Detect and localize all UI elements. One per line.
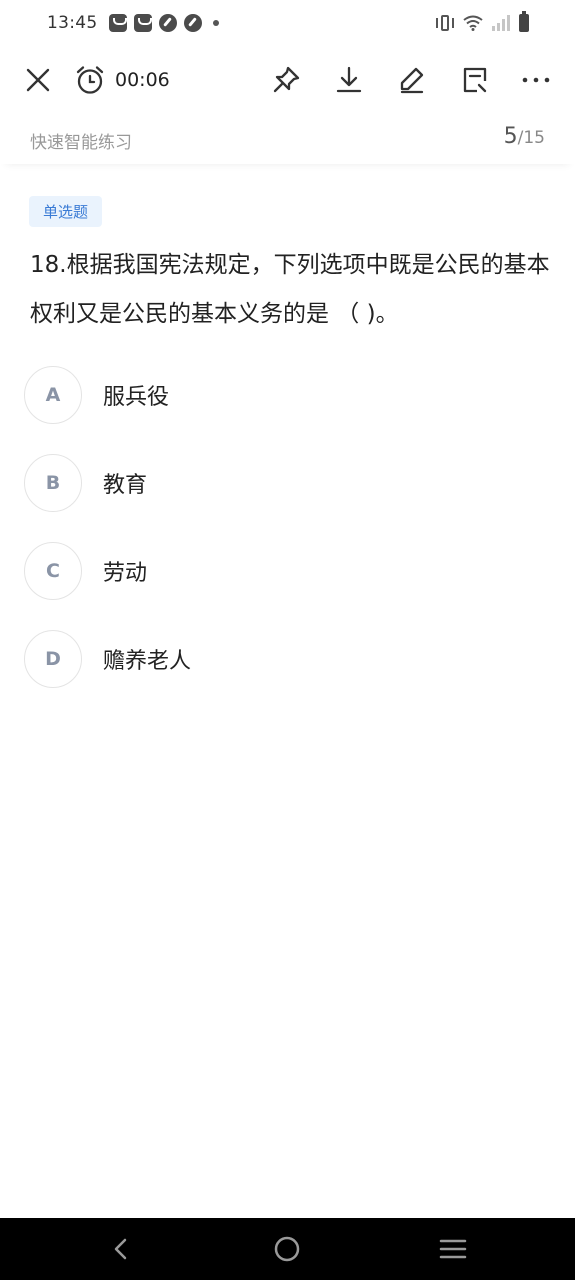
current-question-number: 5 (503, 124, 518, 149)
screen: 13:45 00:06 快速智能练习 5/15 单选题 18.根据我国宪法规定，… (0, 0, 575, 1280)
vibrate-icon (436, 15, 454, 31)
toolbar: 00:06 (0, 52, 575, 108)
question-type-badge: 单选题 (29, 196, 102, 227)
option-text: 教育 (103, 473, 148, 498)
home-icon[interactable] (252, 1218, 322, 1280)
shopping-bag-icon (133, 14, 152, 32)
compass-icon (183, 14, 202, 32)
option-letter: A (24, 366, 82, 424)
system-icons (436, 11, 529, 32)
question-progress: 5/15 (504, 124, 545, 149)
timer: 00:06 (115, 69, 170, 91)
total-questions: /15 (517, 128, 545, 148)
compass-icon (158, 14, 177, 32)
close-icon[interactable] (22, 52, 54, 108)
edit-icon[interactable] (395, 52, 429, 108)
practice-name: 快速智能练习 (30, 133, 132, 153)
notification-icons (108, 14, 219, 32)
practice-header: 快速智能练习 5/15 (0, 116, 575, 164)
wifi-icon (463, 15, 483, 31)
option-text: 服兵役 (103, 385, 170, 410)
alarm-clock-icon (74, 52, 106, 108)
option-text: 劳动 (103, 561, 148, 586)
status-bar: 13:45 (0, 0, 575, 46)
option-c[interactable]: C 劳动 (24, 541, 551, 601)
answer-sheet-icon[interactable] (458, 52, 492, 108)
option-letter: B (24, 454, 82, 512)
system-nav-bar (0, 1218, 575, 1280)
option-a[interactable]: A 服兵役 (24, 365, 551, 425)
option-letter: D (24, 630, 82, 688)
option-b[interactable]: B 教育 (24, 453, 551, 513)
pin-icon[interactable] (269, 52, 303, 108)
option-text: 赡养老人 (103, 649, 192, 674)
back-icon[interactable] (86, 1218, 156, 1280)
question-text: 18.根据我国宪法规定，下列选项中既是公民的基本权利又是公民的基本义务的是 （ … (30, 252, 550, 327)
more-notifications-icon (212, 20, 219, 26)
signal-icon (492, 15, 510, 31)
download-icon[interactable] (332, 52, 366, 108)
status-time: 13:45 (47, 13, 98, 33)
more-icon[interactable] (519, 52, 553, 108)
option-letter: C (24, 542, 82, 600)
option-d[interactable]: D 赡养老人 (24, 629, 551, 689)
recent-apps-icon[interactable] (418, 1218, 488, 1280)
shopping-bag-icon (108, 14, 127, 32)
battery-icon (519, 11, 529, 32)
